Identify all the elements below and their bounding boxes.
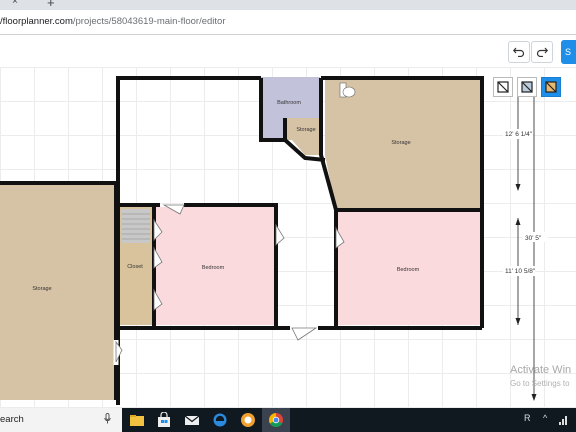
tab-strip: × + [0, 0, 576, 10]
room-label-storage-small: Storage [296, 127, 315, 133]
tray-expand-icon[interactable]: ^ [543, 413, 547, 423]
microphone-icon[interactable] [104, 413, 111, 424]
taskbar-search-text: earch [0, 414, 24, 425]
undo-icon [513, 47, 525, 58]
view-2d-button[interactable] [493, 77, 513, 97]
dimension-label-3: 11' 10 5/8" [505, 268, 536, 275]
floorplan-drawing[interactable]: Bathroom Storage Storage Storage Closet … [0, 67, 576, 408]
room-label-bathroom: Bathroom [277, 100, 301, 106]
storage-small-room[interactable] [285, 118, 321, 155]
activate-windows-subtitle: Go to Settings to [510, 379, 570, 388]
view-3d-icon [545, 81, 557, 93]
view-2d-filled-button[interactable] [517, 77, 537, 97]
taskbar: earch R ^ [0, 408, 576, 432]
storage-left-room[interactable] [0, 184, 116, 400]
view-2d-icon [497, 81, 509, 93]
view-2d-filled-icon [521, 81, 533, 93]
dimension-label-2: 30' 5" [525, 235, 542, 242]
room-label-bedroom-left: Bedroom [202, 265, 225, 271]
address-bar[interactable]: /floorplanner.com/projects/58043619-main… [0, 10, 576, 35]
app-orange-icon[interactable] [240, 412, 256, 428]
url-host: /floorplanner.com [0, 16, 73, 27]
room-label-storage-right: Storage [391, 140, 410, 146]
url-text[interactable]: /floorplanner.com/projects/58043619-main… [0, 16, 226, 27]
undo-button[interactable] [508, 41, 530, 63]
tray-network-icon[interactable] [558, 415, 568, 425]
mail-icon[interactable] [184, 412, 200, 428]
tray-people-icon[interactable]: R [524, 413, 531, 423]
redo-icon [536, 47, 548, 58]
room-label-bedroom-right: Bedroom [397, 267, 420, 273]
edge-icon[interactable] [212, 412, 228, 428]
tab-close-button[interactable]: × [12, 0, 18, 7]
save-button[interactable]: S [561, 40, 576, 64]
file-explorer-icon[interactable] [129, 412, 145, 428]
new-tab-button[interactable]: + [47, 0, 55, 10]
taskbar-search[interactable]: earch [0, 408, 122, 432]
activate-windows-title: Activate Win [510, 364, 572, 376]
store-icon[interactable] [156, 412, 172, 428]
dimension-label-1: 12' 6 1/4" [505, 131, 533, 138]
room-label-closet: Closet [127, 264, 143, 270]
chrome-icon[interactable] [268, 412, 284, 428]
floorplan-canvas[interactable]: Bathroom Storage Storage Storage Closet … [0, 67, 576, 408]
editor-toolbar: S [0, 35, 576, 68]
url-path: /projects/58043619-main-floor/editor [72, 16, 226, 27]
view-3d-button[interactable] [541, 77, 561, 97]
room-label-storage-left: Storage [32, 286, 51, 292]
redo-button[interactable] [531, 41, 553, 63]
